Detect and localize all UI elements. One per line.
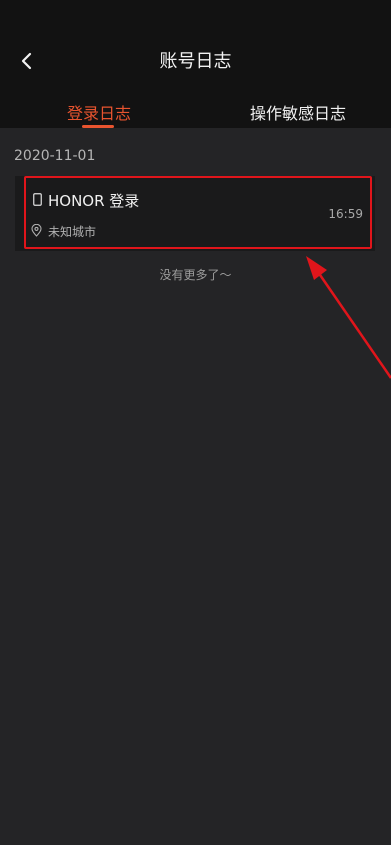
tab-bar: 登录日志 操作敏感日志	[0, 88, 391, 128]
account-log-screen: 账号日志 登录日志 操作敏感日志 2020-11-01 HONOR 登录 16:…	[0, 0, 391, 845]
tab-sensitive-operation-log[interactable]: 操作敏感日志	[250, 100, 346, 124]
location-pin-icon	[31, 224, 42, 237]
entry-location: 未知城市	[48, 225, 97, 239]
log-entry[interactable]: HONOR 登录 16:59 未知城市	[15, 176, 375, 251]
app-bar: 账号日志	[0, 0, 391, 88]
entry-device-title: HONOR 登录	[48, 192, 140, 210]
date-group-header: 2020-11-01	[14, 148, 96, 164]
phone-icon	[33, 193, 42, 206]
page-title: 账号日志	[159, 51, 232, 72]
active-tab-indicator	[82, 125, 114, 128]
end-of-list-text: 没有更多了～	[159, 268, 232, 282]
entry-time: 16:59	[328, 207, 363, 221]
tab-login-log[interactable]: 登录日志	[67, 100, 131, 124]
